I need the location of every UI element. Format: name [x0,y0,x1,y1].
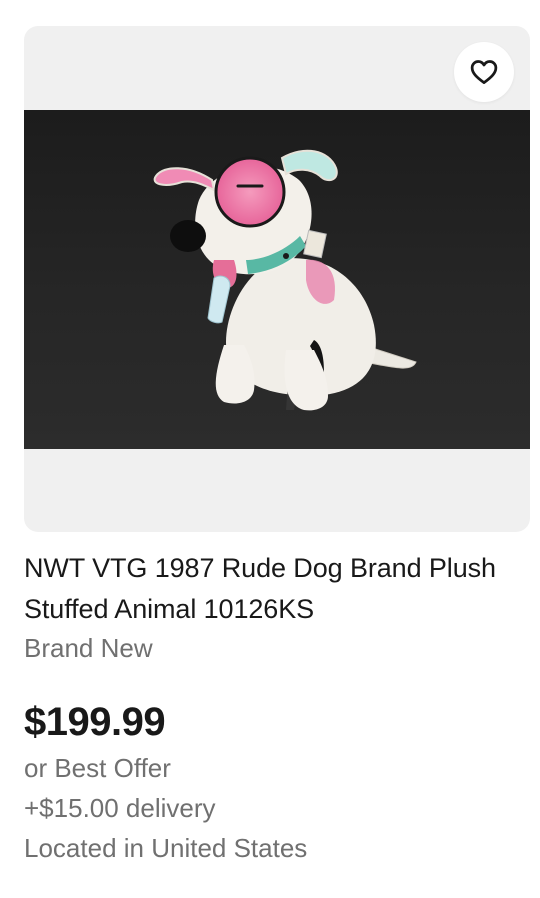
listing-title[interactable]: NWT VTG 1987 Rude Dog Brand Plush Stuffe… [24,548,504,630]
item-price: $199.99 [24,700,166,744]
item-location: Located in United States [24,833,308,863]
item-condition: Brand New [24,633,153,663]
buying-format: or Best Offer [24,753,171,783]
watch-button[interactable] [454,42,514,102]
image-frame [24,26,530,532]
delivery-cost: +$15.00 delivery [24,793,216,823]
product-photo[interactable] [24,110,530,449]
heart-outline-icon [470,60,498,84]
listing-card: NWT VTG 1987 Rude Dog Brand Plush Stuffe… [0,0,540,898]
